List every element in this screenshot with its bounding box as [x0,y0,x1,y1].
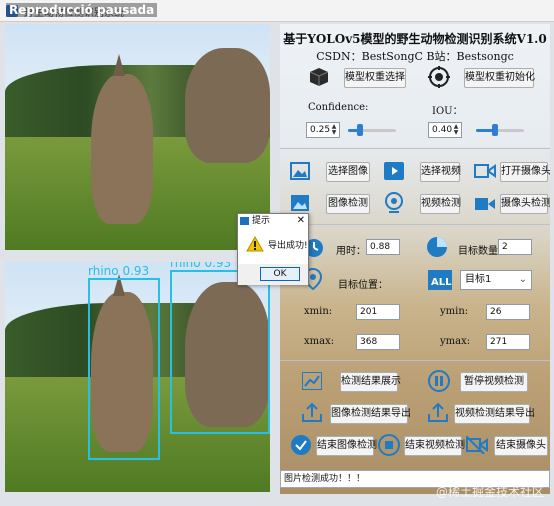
confidence-label: Confidence: [308,102,369,113]
detection-score: 0.93 [204,262,232,270]
xmax-field: 368 [356,334,400,350]
select-video-button[interactable]: 选择视频 [420,162,461,182]
warning-icon [246,236,264,252]
slider-handle[interactable] [357,124,363,136]
iou-value: 0.40 [432,125,453,135]
rhino-horn [113,54,125,76]
dialog-message: 导出成功! [268,241,308,251]
pause-video-button[interactable]: 暂停视频检测 [460,372,528,392]
iou-slider[interactable] [476,123,524,137]
confidence-value: 0.25 [310,125,331,135]
iou-label: IOU： [432,106,463,117]
detection-box-2: rhino 0.93 [170,262,270,434]
end-image-button[interactable]: 结束图像检测 [316,436,377,456]
detection-label-2: rhino 0.93 [170,262,231,270]
video-play-icon [384,162,404,180]
all-targets-icon: ALL [428,270,452,290]
camera-detect-button[interactable]: 摄像头检测 [500,194,550,214]
chevron-down-icon: ⌄ [518,274,527,285]
iou-spinbox[interactable]: 0.40 ▲ ▼ [428,122,462,138]
detection-label-1: rhino 0.93 [88,264,149,278]
info-dialog: 提示 ✕ 导出成功! OK [237,213,309,285]
count-field: 2 [498,239,532,255]
rhino-front [91,74,153,224]
image-detect-button[interactable]: 图像检测 [326,194,370,214]
app-title: 基于YOLOv5模型的野生动物检测识别系统V1.0 [283,32,547,46]
window-titlebar: 野生动物检测识别系统 Reproducció pausada [0,0,554,22]
time-label: 用时： [336,246,366,257]
upload-icon [302,402,322,422]
original-image-panel [5,24,270,250]
pie-chart-icon [427,237,447,257]
detection-score: 0.93 [122,264,150,278]
target-select-value: 目标1 [465,274,492,285]
pause-icon [428,370,450,392]
ymax-label: ymax: [440,336,471,347]
spin-arrows-icon[interactable]: ▲ ▼ [330,124,338,136]
show-results-button[interactable]: 检测结果展示 [340,372,401,392]
export-video-button[interactable]: 视频检测结果导出 [454,404,535,424]
video-overlay-text: Reproducció pausada [6,3,158,17]
ok-button[interactable]: OK [260,267,300,281]
camera-detect-icon [475,198,495,210]
target-select[interactable]: 目标1 ⌄ [460,270,532,290]
watermark: @稀土掘金技术社区 [435,485,544,499]
dialog-footer: OK [238,264,308,285]
cube-icon [309,68,329,86]
camera-icon [474,164,496,178]
xmin-label: xmin: [304,306,333,317]
ymin-field: 26 [486,304,530,320]
export-image-button[interactable]: 图像检测结果导出 [330,404,411,424]
select-weights-button[interactable]: 模型权重选择 [344,68,406,88]
dialog-body: 导出成功! [238,228,308,264]
close-icon[interactable]: ✕ [297,214,305,228]
xmax-label: xmax: [304,336,335,347]
image-icon [290,162,310,180]
video-detect-button[interactable]: 视频检测 [420,194,461,214]
detection-class: rhino [88,264,119,278]
check-circle-icon [291,435,311,455]
position-label: 目标位置： [338,280,388,291]
webcam-icon [385,192,403,213]
confidence-spinbox[interactable]: 0.25 ▲ ▼ [306,122,340,138]
xmin-field: 201 [356,304,400,320]
slider-handle[interactable] [492,124,499,136]
dialog-title: 提示 [252,216,271,226]
target-icon [428,66,450,88]
end-video-button[interactable]: 结束视频检测 [404,436,465,456]
line-chart-icon [302,372,322,390]
ymin-label: ymin: [440,306,469,317]
svg-text:ALL: ALL [431,277,452,288]
app-subtitle: CSDN：BestSongC B站：Bestsongc [316,50,514,63]
spin-arrows-icon[interactable]: ▲ ▼ [452,124,460,136]
divider [280,148,550,149]
detection-image-panel: rhino 0.93 rhino 0.93 [5,262,270,492]
window-icon [240,217,249,225]
confidence-slider[interactable] [348,123,396,137]
dialog-titlebar: 提示 ✕ [238,214,308,228]
select-image-button[interactable]: 选择图像 [326,162,370,182]
open-camera-button[interactable]: 打开摄像头 [500,162,550,182]
init-weights-button[interactable]: 模型权重初始化 [464,68,535,88]
detection-box-1: rhino 0.93 [88,264,160,460]
time-field: 0.88 [366,239,400,255]
rhino-back [185,48,270,163]
camera-off-icon [466,436,488,454]
detection-class: rhino [170,262,201,270]
end-camera-button[interactable]: 结束摄像头 [494,436,548,456]
divider [280,360,550,361]
upload-icon [428,402,448,422]
image-detect-icon [291,195,309,211]
control-panel: 基于YOLOv5模型的野生动物检测识别系统V1.0 CSDN：BestSongC… [280,24,550,494]
stop-circle-icon [378,434,400,456]
divider [280,224,550,225]
ymax-field: 271 [486,334,530,350]
